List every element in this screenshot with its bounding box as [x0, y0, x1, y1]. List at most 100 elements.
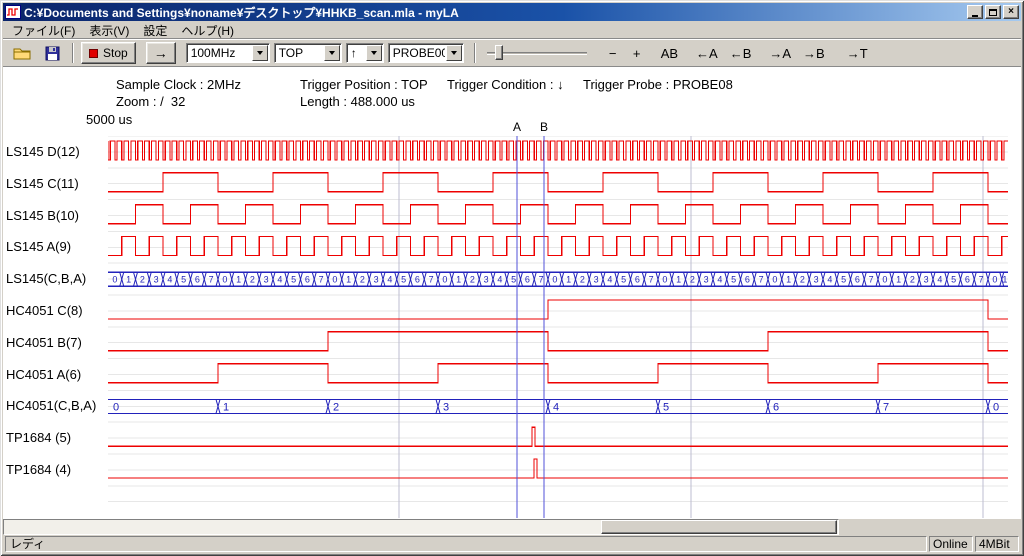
chevron-down-icon[interactable] [324, 45, 340, 61]
save-button[interactable] [39, 42, 65, 64]
svg-text:7: 7 [539, 275, 544, 285]
scrollbar-thumb[interactable] [601, 520, 837, 534]
svg-text:0: 0 [993, 401, 999, 413]
svg-text:5: 5 [401, 275, 406, 285]
svg-text:5: 5 [731, 275, 736, 285]
svg-text:4: 4 [553, 401, 559, 413]
svg-text:2: 2 [690, 275, 695, 285]
svg-text:1: 1 [126, 275, 131, 285]
sample-clock-select[interactable]: 100MHz [186, 43, 270, 63]
svg-text:6: 6 [855, 275, 860, 285]
zoom-text: Zoom : / 32 [116, 94, 185, 109]
svg-text:5: 5 [181, 275, 186, 285]
chevron-down-icon[interactable] [366, 45, 382, 61]
trigger-position-value: TOP [275, 46, 323, 60]
stop-button[interactable]: Stop [81, 42, 136, 64]
svg-text:2: 2 [800, 275, 805, 285]
svg-text:2: 2 [250, 275, 255, 285]
svg-text:7: 7 [979, 275, 984, 285]
zoom-out-button[interactable]: − [603, 42, 623, 64]
waveform-area[interactable]: 0123456701234567012345670123456701234567… [108, 136, 1008, 518]
trigger-probe-text: Trigger Probe : PROBE08 [583, 77, 733, 92]
chevron-down-icon[interactable] [252, 45, 268, 61]
menu-help[interactable]: ヘルプ(H) [174, 21, 241, 40]
menu-view[interactable]: 表示(V) [82, 21, 136, 40]
svg-text:3: 3 [264, 275, 269, 285]
svg-text:3: 3 [924, 275, 929, 285]
svg-text:0: 0 [882, 275, 887, 285]
svg-text:4: 4 [937, 275, 942, 285]
run-arrow-icon: → [154, 45, 168, 61]
svg-text:1: 1 [223, 401, 229, 413]
close-button[interactable]: × [1003, 5, 1019, 19]
goto-a-right-button[interactable]: →A [765, 42, 795, 64]
sample-clock-value: 100MHz [187, 46, 251, 60]
svg-text:3: 3 [704, 275, 709, 285]
trigger-edge-select[interactable]: ↑ [346, 43, 384, 63]
goto-b-left-button[interactable]: ←B [726, 42, 756, 64]
trigger-probe-value: PROBE00 [389, 46, 445, 60]
goto-a-left-button[interactable]: ←A [692, 42, 722, 64]
svg-text:2: 2 [910, 275, 915, 285]
slider-thumb[interactable] [495, 45, 503, 60]
zoom-slider[interactable] [485, 42, 589, 64]
svg-text:5: 5 [621, 275, 626, 285]
svg-text:0: 0 [113, 401, 119, 413]
svg-text:3: 3 [594, 275, 599, 285]
floppy-icon [45, 46, 60, 61]
svg-text:0: 0 [332, 275, 337, 285]
svg-text:5: 5 [951, 275, 956, 285]
ab-button[interactable]: AB [657, 42, 682, 64]
svg-text:6: 6 [195, 275, 200, 285]
menubar: ファイル(F) 表示(V) 設定 ヘルプ(H) [3, 21, 1021, 39]
goto-trigger-button[interactable]: →T [843, 42, 872, 64]
svg-text:5: 5 [511, 275, 516, 285]
goto-b-right-button[interactable]: →B [799, 42, 829, 64]
svg-text:7: 7 [209, 275, 214, 285]
horizontal-scrollbar[interactable] [3, 519, 1021, 535]
trigger-condition-text: Trigger Condition : ↓ [447, 77, 564, 92]
toolbar-separator [72, 43, 74, 63]
svg-text:6: 6 [305, 275, 310, 285]
svg-text:2: 2 [360, 275, 365, 285]
svg-text:7: 7 [429, 275, 434, 285]
trigger-position-text: Trigger Position : TOP [300, 77, 428, 92]
status-ready: レディ [5, 536, 927, 552]
svg-text:4: 4 [607, 275, 612, 285]
trigger-edge-value: ↑ [347, 46, 365, 60]
svg-text:4: 4 [387, 275, 392, 285]
svg-text:6: 6 [525, 275, 530, 285]
svg-text:0: 0 [112, 275, 117, 285]
zoom-in-button[interactable]: + [627, 42, 647, 64]
titlebar[interactable]: C:¥Documents and Settings¥noname¥デスクトップ¥… [3, 3, 1021, 21]
svg-text:1: 1 [786, 275, 791, 285]
svg-text:1: 1 [236, 275, 241, 285]
menu-settings[interactable]: 設定 [136, 21, 174, 40]
svg-text:1: 1 [896, 275, 901, 285]
chevron-down-icon[interactable] [446, 45, 462, 61]
maximize-button[interactable] [985, 5, 1001, 19]
stop-icon [89, 49, 98, 58]
status-memory: 4MBit [975, 536, 1019, 552]
run-button[interactable]: → [146, 42, 176, 64]
svg-text:0: 0 [222, 275, 227, 285]
folder-icon [13, 46, 31, 61]
menu-file[interactable]: ファイル(F) [5, 21, 82, 40]
svg-text:6: 6 [415, 275, 420, 285]
trigger-probe-select[interactable]: PROBE00 [388, 43, 464, 63]
svg-text:3: 3 [443, 401, 449, 413]
svg-text:6: 6 [773, 401, 779, 413]
minimize-button[interactable] [967, 5, 983, 19]
svg-text:7: 7 [649, 275, 654, 285]
svg-text:1: 1 [1002, 275, 1007, 285]
svg-text:1: 1 [456, 275, 461, 285]
svg-text:5: 5 [841, 275, 846, 285]
open-button[interactable] [9, 42, 35, 64]
svg-text:1: 1 [566, 275, 571, 285]
trigger-position-select[interactable]: TOP [274, 43, 342, 63]
svg-text:3: 3 [484, 275, 489, 285]
svg-text:5: 5 [663, 401, 669, 413]
svg-text:7: 7 [759, 275, 764, 285]
svg-text:4: 4 [827, 275, 832, 285]
svg-text:7: 7 [883, 401, 889, 413]
